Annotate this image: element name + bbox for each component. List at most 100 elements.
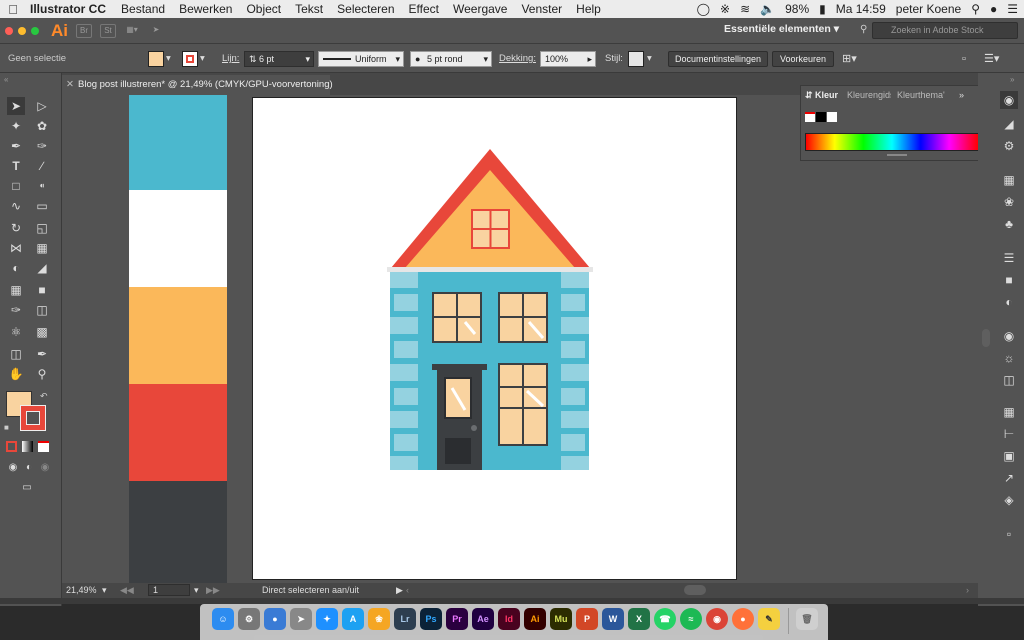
column-graph-tool-icon[interactable]: ▩ xyxy=(33,323,51,341)
whatsapp-icon[interactable]: ☎ xyxy=(654,608,676,630)
artboard[interactable] xyxy=(252,97,737,580)
word-icon[interactable]: W xyxy=(602,608,624,630)
none-swatch[interactable] xyxy=(805,112,815,122)
default-colors-icon[interactable]: ■ xyxy=(4,423,9,432)
zoom-tool-icon[interactable]: ⚲ xyxy=(33,365,51,383)
safari-icon[interactable]: ✦ xyxy=(316,608,338,630)
curvature-tool-icon[interactable]: ✑ xyxy=(33,137,51,155)
mesh-tool-icon[interactable]: ▦ xyxy=(7,281,25,299)
color-guide-icon[interactable]: ◢ xyxy=(1000,115,1018,133)
scroll-left-icon[interactable]: ‹ xyxy=(406,585,409,595)
swap-fill-stroke-icon[interactable]: ↶ xyxy=(40,391,48,402)
eyedropper-tool-icon[interactable]: ✑ xyxy=(7,301,25,319)
artboard-dropdown-icon[interactable]: ▾ xyxy=(194,585,199,596)
app-store-icon[interactable]: A xyxy=(342,608,364,630)
opacity-field[interactable]: 100% ▸ xyxy=(540,51,596,67)
stroke-color-swatch[interactable] xyxy=(182,51,198,67)
stroke-color-box[interactable] xyxy=(20,405,46,431)
align-panel-icon[interactable]: ⊢ xyxy=(1000,425,1018,443)
stroke-panel-icon[interactable]: ☰ xyxy=(1000,249,1018,267)
battery-percent[interactable]: 98% xyxy=(785,2,809,16)
collapse-panel-icon[interactable]: « xyxy=(4,75,8,84)
variable-width-profile[interactable]: Uniform ▾ xyxy=(318,51,404,67)
horizontal-scroll-thumb[interactable] xyxy=(684,585,706,595)
links-icon[interactable]: ↗ xyxy=(1000,469,1018,487)
free-transform-tool-icon[interactable]: ▦ xyxy=(33,239,51,257)
stroke-weight-dropdown-icon[interactable]: ▾ xyxy=(305,52,310,66)
style-dropdown-icon[interactable]: ▾ xyxy=(647,51,652,67)
illustrator-icon[interactable]: Ai xyxy=(524,608,546,630)
swatch-dark[interactable] xyxy=(129,481,227,583)
first-artboard-icon[interactable]: ◀◀ xyxy=(120,585,134,596)
color-theme-icon[interactable]: ⚙ xyxy=(1000,137,1018,155)
selection-tool-icon[interactable]: ➤ xyxy=(7,97,25,115)
rotate-tool-icon[interactable]: ↻ xyxy=(7,219,25,237)
artboards-icon[interactable]: ▫ xyxy=(1000,525,1018,543)
siri-dock-icon[interactable]: ● xyxy=(264,608,286,630)
system-preferences-icon[interactable]: ⚙ xyxy=(238,608,260,630)
graphic-style-swatch[interactable] xyxy=(628,51,644,67)
premiere-icon[interactable]: Pr xyxy=(446,608,468,630)
fill-color-swatch[interactable] xyxy=(148,51,164,67)
document-settings-button[interactable]: Documentinstellingen xyxy=(668,51,768,67)
speaker-icon[interactable]: 🔈 xyxy=(760,2,775,16)
blend-tool-icon[interactable]: ◫ xyxy=(33,301,51,319)
photos-icon[interactable]: ❀ xyxy=(368,608,390,630)
spotlight-icon[interactable]: ⚲ xyxy=(971,2,980,16)
menu-bestand[interactable]: Bestand xyxy=(114,2,172,16)
chrome-icon[interactable]: ◉ xyxy=(706,608,728,630)
screen-mode-icon[interactable]: ▭ xyxy=(18,479,36,497)
stock-icon[interactable]: St xyxy=(100,23,116,38)
stroke-weight-field[interactable]: ⇅ 6 pt ▾ xyxy=(244,51,314,67)
perspective-grid-tool-icon[interactable]: ◢ xyxy=(33,259,51,277)
zoom-dropdown-icon[interactable]: ▾ xyxy=(102,585,107,596)
bridge-icon[interactable]: Br xyxy=(76,23,92,38)
hand-tool-icon[interactable]: ✋ xyxy=(7,365,25,383)
menu-bewerken[interactable]: Bewerken xyxy=(172,2,239,16)
panel-resize-handle[interactable] xyxy=(887,154,907,156)
document-tab[interactable]: ✕ Blog post illustreren* @ 21,49% (CMYK/… xyxy=(62,75,333,95)
swatch-white[interactable] xyxy=(129,190,227,287)
scroll-right-icon[interactable]: › xyxy=(966,585,969,595)
minimize-window-button[interactable] xyxy=(18,26,26,35)
firefox-icon[interactable]: ● xyxy=(732,608,754,630)
appearance-icon[interactable]: ◉ xyxy=(1000,327,1018,345)
graphic-styles-icon[interactable]: ☼ xyxy=(1000,349,1018,367)
after-effects-icon[interactable]: Ae xyxy=(472,608,494,630)
gradient-panel-icon[interactable]: ■ xyxy=(1000,271,1018,289)
house-illustration[interactable] xyxy=(253,98,738,581)
layers-icon[interactable]: ◈ xyxy=(1000,491,1018,509)
preferences-button[interactable]: Voorkeuren xyxy=(772,51,834,67)
launchpad-icon[interactable]: ➤ xyxy=(290,608,312,630)
draw-inside-icon[interactable]: ◉ xyxy=(36,459,54,477)
lightroom-icon[interactable]: Lr xyxy=(394,608,416,630)
menu-object[interactable]: Object xyxy=(239,2,288,16)
trash-icon[interactable]: 🗑 xyxy=(796,608,818,630)
paintbrush-tool-icon[interactable]: ⁌ xyxy=(33,177,51,195)
gradient-tool-icon[interactable]: ■ xyxy=(33,281,51,299)
export-asset-icon[interactable]: ◫ xyxy=(1000,371,1018,389)
powerpoint-icon[interactable]: P xyxy=(576,608,598,630)
close-tab-icon[interactable]: ✕ xyxy=(66,75,74,95)
rectangle-tool-icon[interactable]: □ xyxy=(7,177,25,195)
finder-icon[interactable]: ☺ xyxy=(212,608,234,630)
arrange-panel-icon[interactable]: ▫ xyxy=(962,51,966,67)
align-options-icon[interactable]: ⊞▾ xyxy=(842,51,857,67)
white-swatch[interactable] xyxy=(827,112,837,122)
siri-icon[interactable]: ● xyxy=(990,2,997,16)
direct-selection-tool-icon[interactable]: ▷ xyxy=(33,97,51,115)
slice-tool-icon[interactable]: ✒ xyxy=(33,345,51,363)
excel-icon[interactable]: X xyxy=(628,608,650,630)
eraser-tool-icon[interactable]: ▭ xyxy=(33,197,51,215)
type-tool-icon[interactable]: T xyxy=(7,157,25,175)
lasso-tool-icon[interactable]: ✿ xyxy=(33,117,51,135)
fill-dropdown-icon[interactable]: ▾ xyxy=(166,51,171,67)
notes-icon[interactable]: ✎ xyxy=(758,608,780,630)
menu-selecteren[interactable]: Selecteren xyxy=(330,2,401,16)
swatch-red[interactable] xyxy=(129,384,227,481)
zoom-level[interactable]: 21,49% xyxy=(66,585,97,595)
panel-menu-icon[interactable]: ☰▾ xyxy=(984,51,999,67)
brushes-icon[interactable]: ❀ xyxy=(1000,193,1018,211)
menu-help[interactable]: Help xyxy=(569,2,608,16)
status-menu-icon[interactable]: ▶ xyxy=(396,585,403,596)
